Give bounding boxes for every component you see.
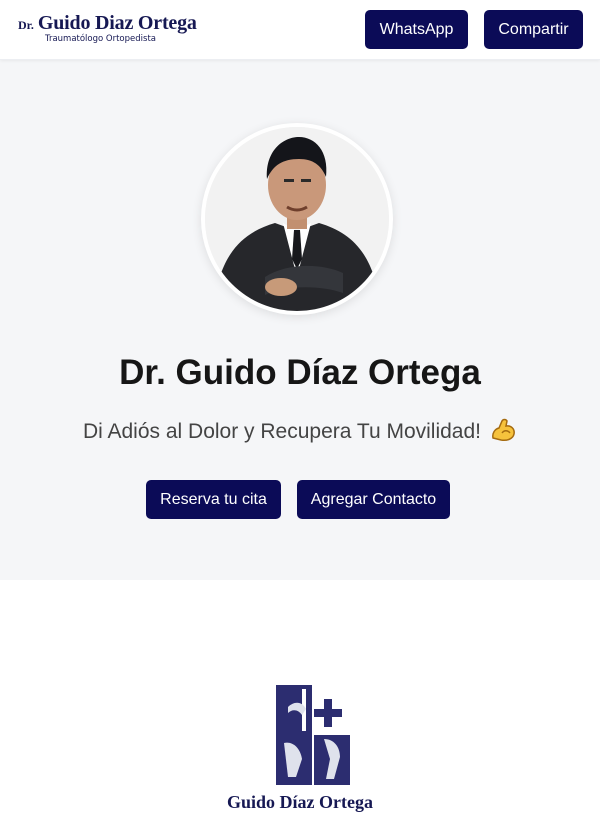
- add-contact-button[interactable]: Agregar Contacto: [297, 480, 450, 519]
- flexed-biceps-icon: [492, 418, 515, 441]
- page-title: Dr. Guido Díaz Ortega: [119, 353, 481, 392]
- brand-prefix: Dr.: [18, 18, 34, 32]
- footer-partial-text: Guido Díaz Ortega: [227, 792, 373, 812]
- brand-logo[interactable]: Dr. Guido Diaz Ortega Traumatólogo Ortope…: [18, 12, 198, 48]
- site-header: Dr. Guido Diaz Ortega Traumatólogo Ortope…: [0, 0, 600, 60]
- hero-subtitle-text: Di Adiós al Dolor y Recupera Tu Movilida…: [82, 420, 481, 443]
- brand-subtitle: Traumatólogo Ortopedista: [45, 34, 156, 44]
- whatsapp-button[interactable]: WhatsApp: [365, 10, 468, 49]
- hero-section: Dr. Guido Díaz Ortega Di Adiós al Dolor …: [0, 60, 600, 580]
- doctor-avatar: [201, 123, 393, 315]
- hero-subtitle: Di Adiós al Dolor y Recupera Tu Movilida…: [0, 417, 600, 444]
- share-button[interactable]: Compartir: [484, 10, 583, 49]
- doctor-portrait-icon: [205, 127, 389, 311]
- brand-title: Dr. Guido Diaz Ortega: [18, 12, 197, 35]
- book-appointment-button[interactable]: Reserva tu cita: [146, 480, 281, 519]
- brand-name: Guido Diaz Ortega: [37, 12, 197, 34]
- orthopedic-logo-icon: [276, 685, 350, 785]
